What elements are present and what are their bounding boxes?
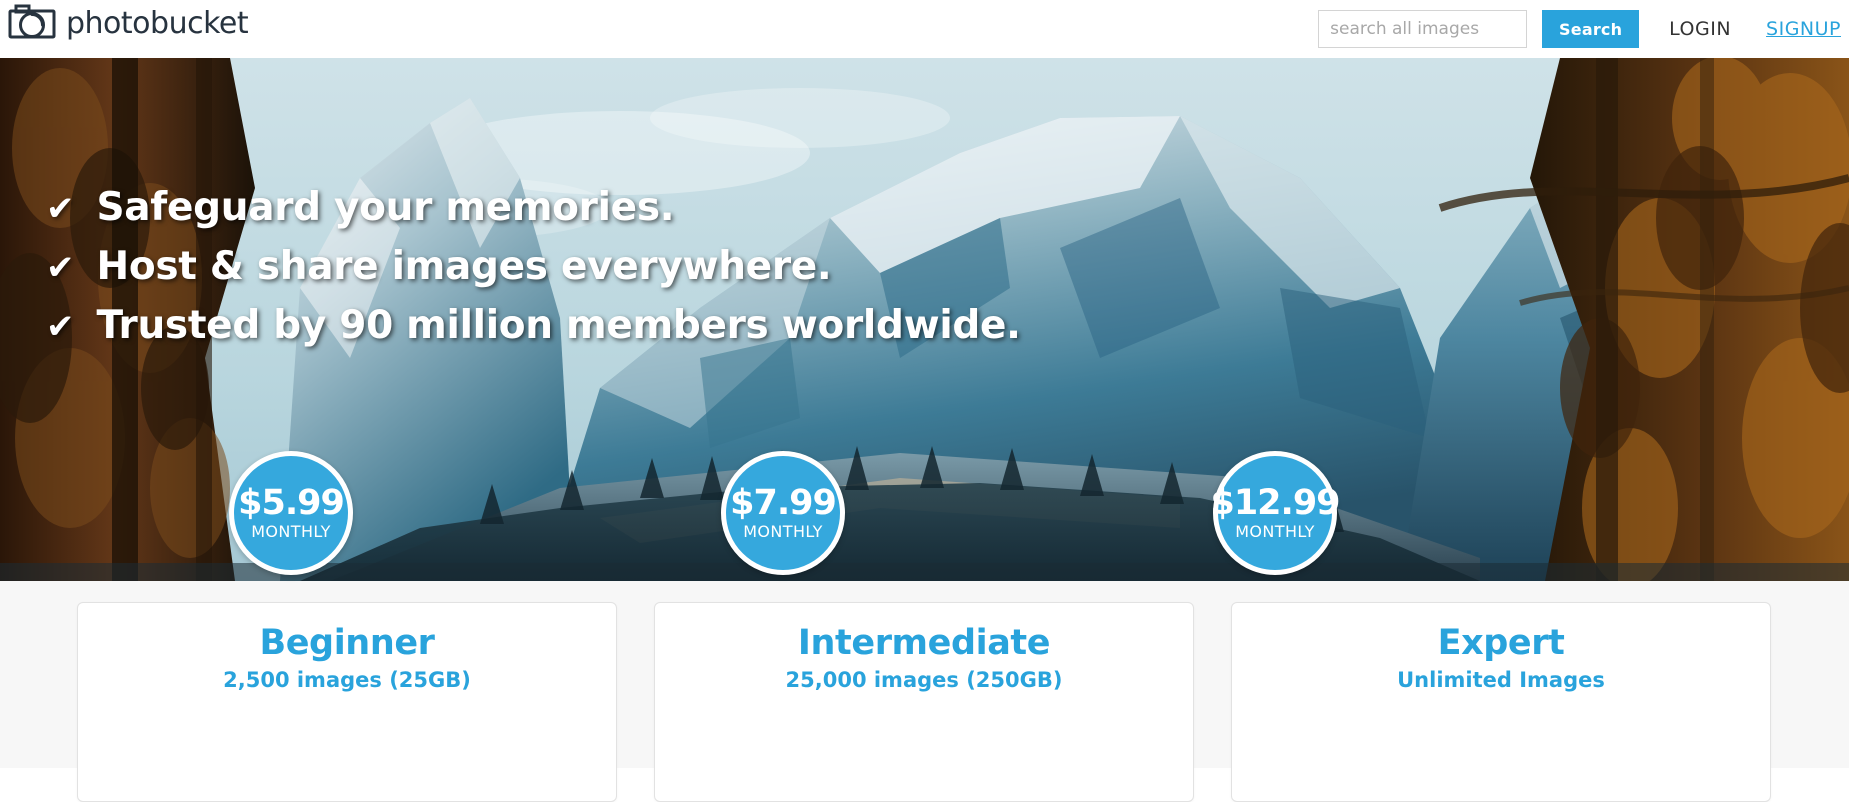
price-badge-intermediate[interactable]: $7.99 MONTHLY [721,451,845,575]
site-header: photobucket Search LOGIN SIGNUP [0,0,1849,58]
plan-capacity: 25,000 images (250GB) [785,668,1063,692]
plan-title: Expert [1437,623,1565,663]
pricing-card-intermediate[interactable]: Intermediate 25,000 images (250GB) [654,602,1194,802]
hero-headline-list: ✔ Safeguard your memories. ✔ Host & shar… [46,185,1021,365]
pricing-section: Beginner 2,500 images (25GB) Intermediat… [0,581,1849,802]
price-period: MONTHLY [1235,522,1315,541]
camera-icon [8,4,56,42]
hero-line: ✔ Trusted by 90 million members worldwid… [46,302,1021,348]
header-actions: Search LOGIN SIGNUP [1318,0,1849,58]
hero-line: ✔ Safeguard your memories. [46,185,1021,230]
check-icon: ✔ [46,190,75,228]
price-amount: $5.99 [238,483,345,523]
login-link[interactable]: LOGIN [1669,18,1731,40]
pricing-card-list: Beginner 2,500 images (25GB) Intermediat… [0,602,1849,802]
logo[interactable]: photobucket [8,4,249,42]
price-period: MONTHLY [743,522,823,541]
price-period: MONTHLY [251,522,331,541]
signup-link[interactable]: SIGNUP [1766,18,1841,40]
check-icon: ✔ [46,248,75,287]
hero-line-text: Trusted by 90 million members worldwide. [96,302,1021,348]
hero-line: ✔ Host & share images everywhere. [46,243,1021,289]
search-button[interactable]: Search [1542,10,1640,48]
plan-title: Beginner [259,623,435,663]
price-amount: $12.99 [1210,483,1340,523]
hero-line-text: Safeguard your memories. [96,185,675,230]
pricing-card-expert[interactable]: Expert Unlimited Images [1231,602,1771,802]
logo-text: photobucket [66,5,249,41]
plan-capacity: 2,500 images (25GB) [223,668,471,692]
plan-capacity: Unlimited Images [1397,668,1605,692]
check-icon: ✔ [46,307,75,346]
price-amount: $7.99 [730,483,837,523]
price-badge-expert[interactable]: $12.99 MONTHLY [1210,451,1341,575]
plan-title: Intermediate [797,623,1051,663]
search-input[interactable] [1318,10,1528,48]
price-badge-beginner[interactable]: $5.99 MONTHLY [229,451,353,575]
pricing-card-beginner[interactable]: Beginner 2,500 images (25GB) [77,602,617,802]
hero-line-text: Host & share images everywhere. [96,243,832,289]
